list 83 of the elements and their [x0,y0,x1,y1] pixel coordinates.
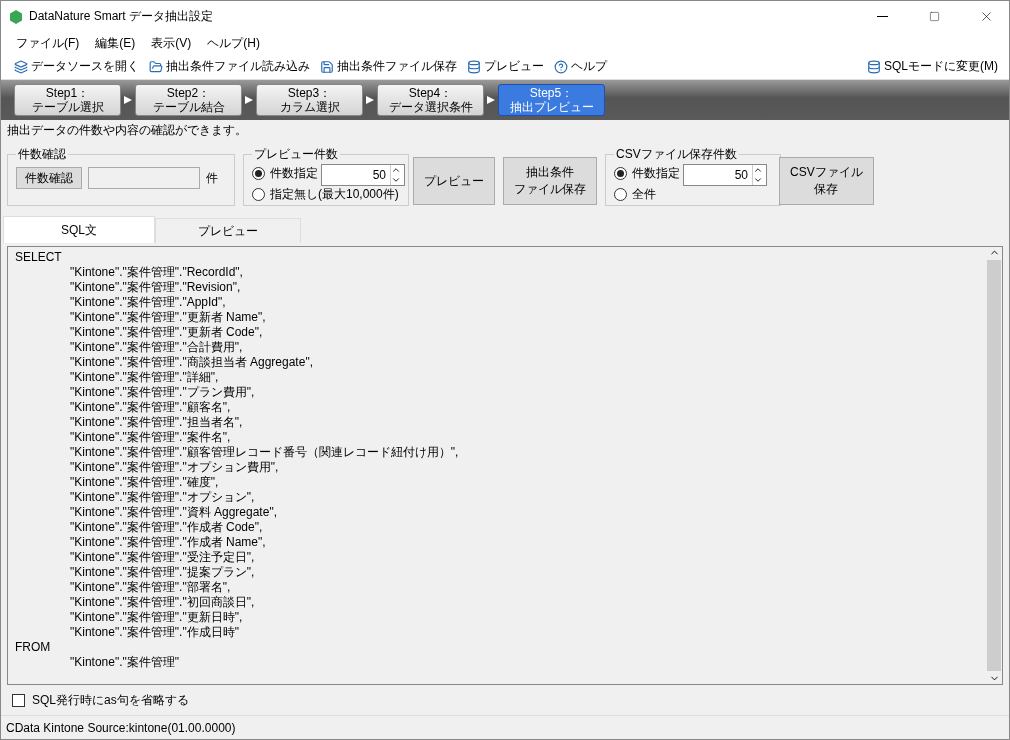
tab[interactable]: SQL文 [3,216,155,243]
menu-item[interactable]: 表示(V) [144,32,199,54]
step-button[interactable]: Step4： データ選択条件 [377,84,484,116]
sql-line: "Kintone"."案件管理"."確度", [69,475,220,490]
radio-button[interactable] [614,188,627,201]
step-button[interactable]: Step2： テーブル結合 [135,84,242,116]
toolbar-button[interactable]: データソースを開く [11,56,142,77]
help-icon [554,59,568,74]
spin-down-icon[interactable] [753,175,763,185]
number-field[interactable]: 50 [683,164,767,186]
save-conditions-button[interactable]: 抽出条件 ファイル保存 [503,157,597,205]
minimize-icon [876,16,888,17]
checkbox-label: SQL発行時にas句を省略する [32,691,189,709]
sql-line: "Kintone"."案件管理"."作成者 Code", [69,520,264,535]
group-title: 件数確認 [17,146,67,163]
step-button[interactable]: Step3： カラム選択 [256,84,363,116]
sql-line: "Kintone"."案件管理"."部署名", [69,580,232,595]
preview-button[interactable]: プレビュー [413,157,495,205]
toolbar-button[interactable]: 抽出条件ファイル読み込み [146,56,313,77]
group-title: CSVファイル保存件数 [615,146,738,163]
sql-line: "Kintone"."案件管理"."オプション費用", [69,460,280,475]
sql-line: "Kintone"."案件管理"."作成者 Name", [69,535,267,550]
window-title: DataNature Smart データ抽出設定 [29,8,215,25]
radio-button[interactable] [614,167,627,180]
toolbar-button[interactable]: SQLモードに変更(M) [864,56,1001,77]
radio-label: 件数指定 [632,165,680,182]
sql-line: SELECT [15,250,63,265]
sql-line: "Kintone"."案件管理"."案件名", [69,430,232,445]
sql-line: "Kintone"."案件管理"."AppId", [69,295,227,310]
sql-line: "Kintone"."案件管理"."担当者名", [69,415,244,430]
spin-up-icon[interactable] [391,165,401,175]
status-bar: CData Kintone Source:kintone(01.00.0000) [1,715,1009,739]
radio-button[interactable] [252,167,265,180]
menu-item[interactable]: 編集(E) [88,32,143,54]
radio-label: 件数指定 [270,165,318,182]
group-title: プレビュー件数 [253,146,339,163]
unit-label: 件 [206,169,218,187]
count-field[interactable] [88,167,200,189]
tab[interactable]: プレビュー [155,218,301,243]
sql-line: "Kintone"."案件管理"."資料 Aggregate", [69,505,278,520]
database-icon [467,59,481,74]
description-text: 抽出データの件数や内容の確認ができます。 [6,122,248,138]
folder-icon [149,59,163,74]
sql-line: "Kintone"."案件管理"."作成日時" [69,625,240,640]
menu-item[interactable]: ファイル(F) [9,32,87,54]
sql-line: FROM [15,640,52,655]
checkbox[interactable] [12,693,25,707]
sql-text-area[interactable] [7,246,1003,685]
sql-line: "Kintone"."案件管理" [69,655,181,670]
toolbar-button[interactable]: プレビュー [464,56,547,77]
sql-icon [867,59,881,74]
app-logo-icon [9,9,23,24]
menu-item[interactable]: ヘルプ(H) [200,32,267,54]
csv-save-button[interactable]: CSVファイル 保存 [779,157,874,205]
maximize-icon [928,11,940,22]
sql-line: "Kintone"."案件管理"."Revision", [69,280,242,295]
toolbar-button[interactable]: 抽出条件ファイル保存 [317,56,460,77]
sql-line: "Kintone"."案件管理"."初回商談日", [69,595,256,610]
toolbar-button[interactable]: ヘルプ [551,56,610,77]
save-icon [320,59,334,74]
sql-line: "Kintone"."案件管理"."オプション", [69,490,256,505]
spin-up-icon[interactable] [753,165,763,175]
step-button[interactable]: Step5： 抽出プレビュー [498,84,605,116]
sql-line: "Kintone"."案件管理"."顧客管理レコード番号（関連レコード紐付け用）", [69,445,460,460]
sql-line: "Kintone"."案件管理"."更新日時", [69,610,244,625]
sql-line: "Kintone"."案件管理"."顧客名", [69,400,232,415]
sql-line: "Kintone"."案件管理"."商談担当者 Aggregate", [69,355,314,370]
sql-line: "Kintone"."案件管理"."提案プラン", [69,565,256,580]
count-check-button[interactable]: 件数確認 [16,167,82,189]
radio-label: 全件 [632,186,656,203]
sql-line: "Kintone"."案件管理"."更新者 Name", [69,310,267,325]
sql-line: "Kintone"."案件管理"."合計費用", [69,340,244,355]
datasource-icon [14,59,28,74]
number-field[interactable]: 50 [321,164,405,186]
sql-line: "Kintone"."案件管理"."受注予定日", [69,550,256,565]
sql-line: "Kintone"."案件管理"."詳細", [69,370,220,385]
spin-down-icon[interactable] [391,175,401,185]
sql-line: "Kintone"."案件管理"."RecordId", [69,265,244,280]
sql-line: "Kintone"."案件管理"."更新者 Code", [69,325,264,340]
step-button[interactable]: Step1： テーブル選択 [14,84,121,116]
sql-line: "Kintone"."案件管理"."プラン費用", [69,385,256,400]
radio-label: 指定無し(最大10,000件) [270,186,399,203]
radio-button[interactable] [252,188,265,201]
